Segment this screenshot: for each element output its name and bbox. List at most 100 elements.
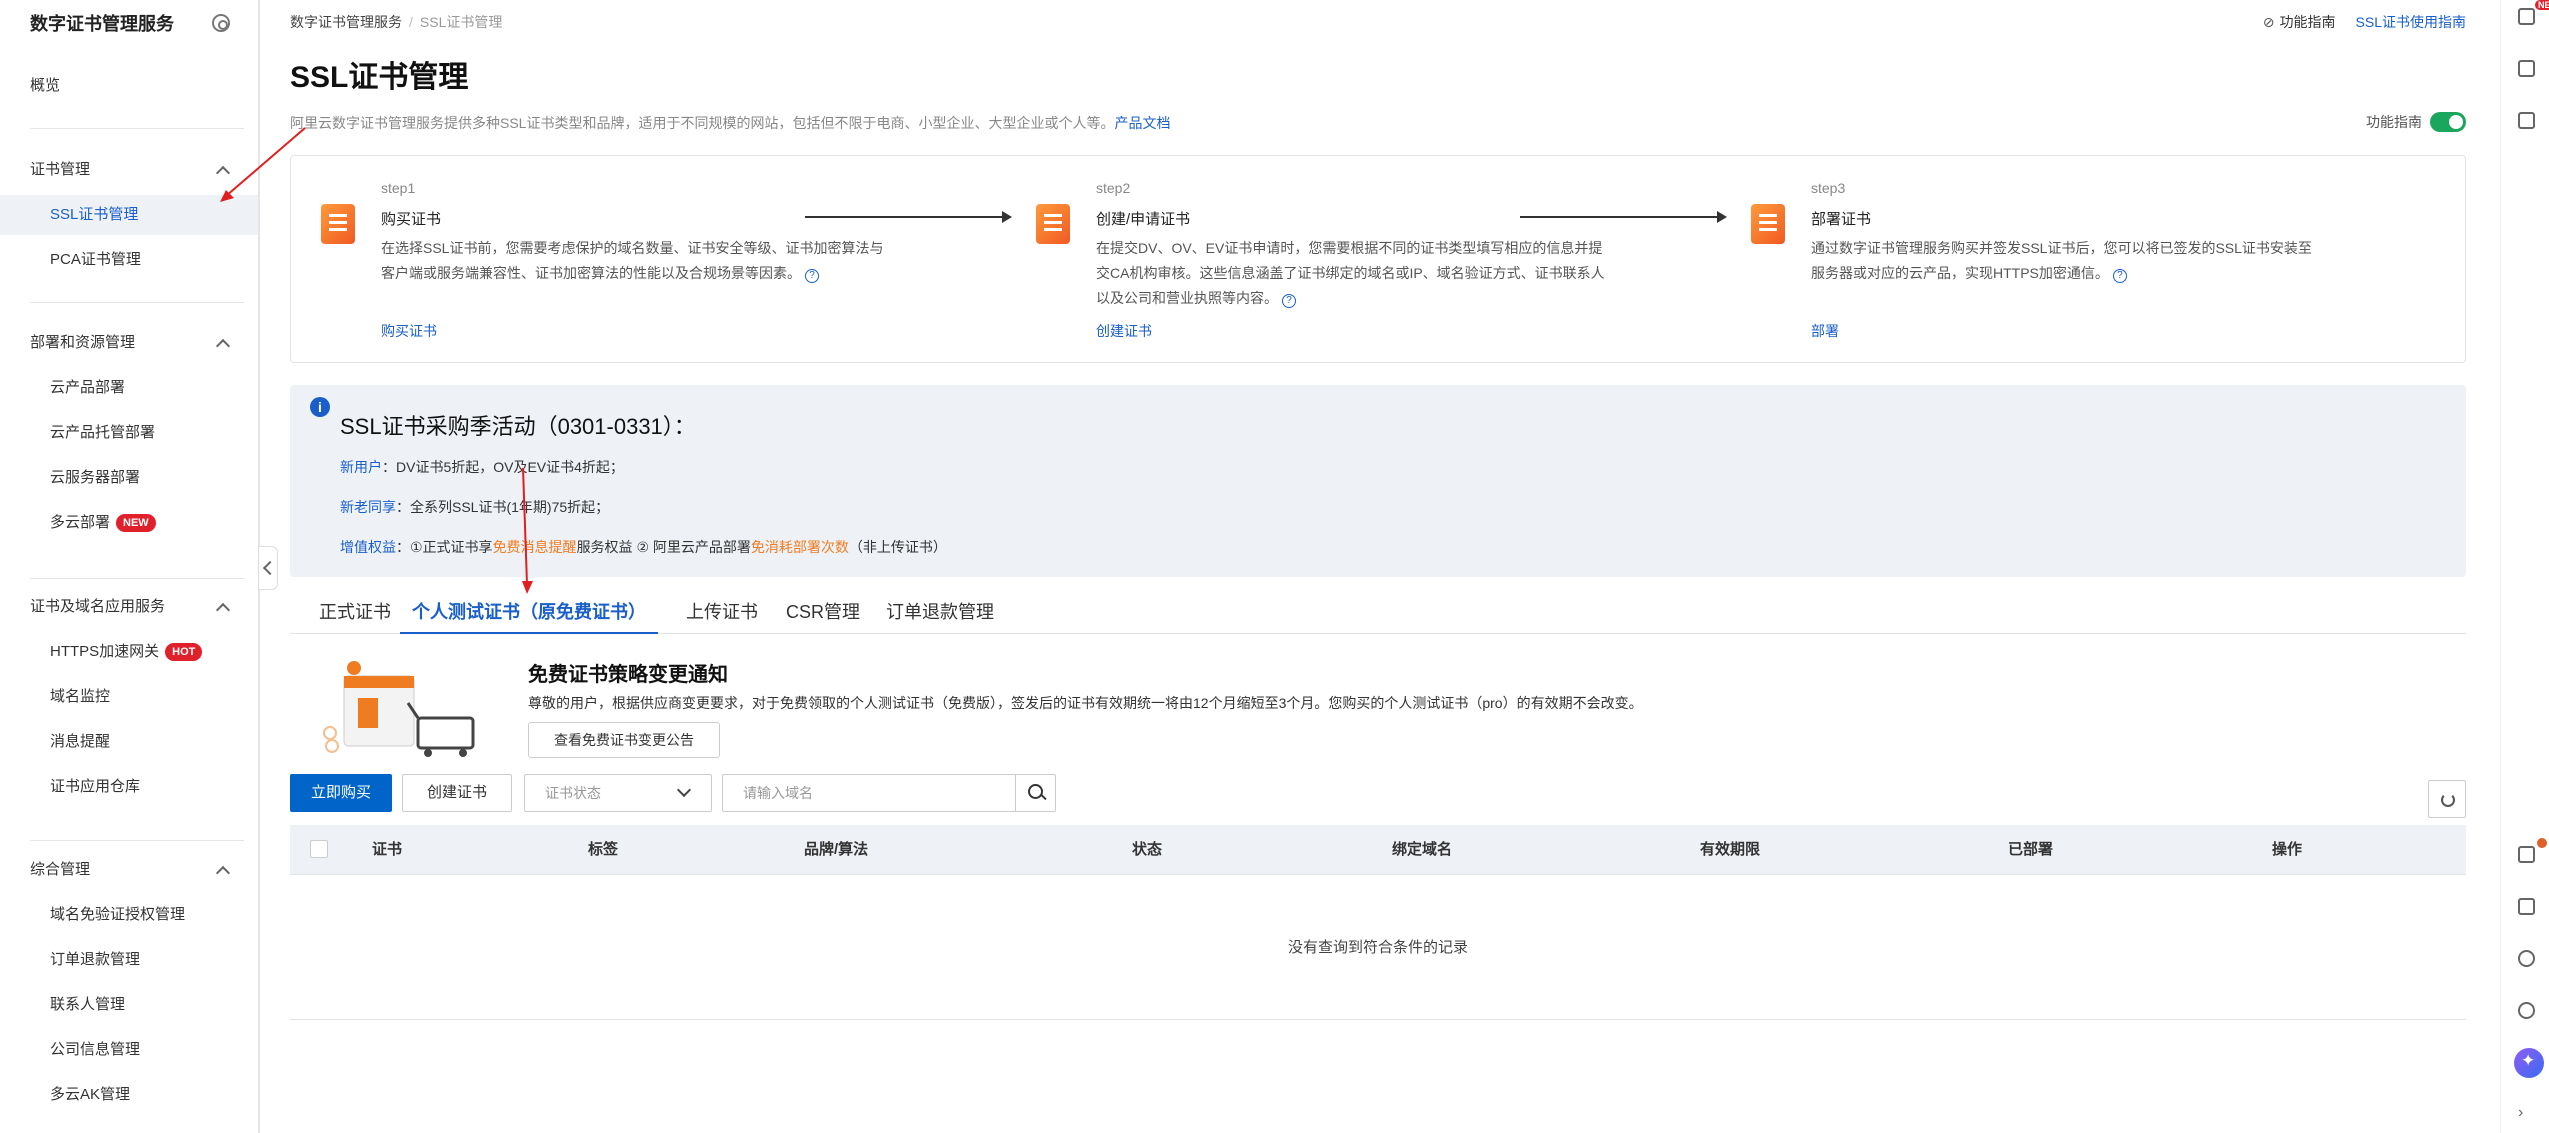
step-number: step2 — [1096, 180, 1131, 196]
cert-tabs: 正式证书 个人测试证书（原免费证书） 上传证书 CSR管理 订单退款管理 — [290, 592, 2466, 634]
buy-cert-icon — [321, 204, 355, 244]
sidebar-group-domain[interactable]: 证书及域名应用服务 — [0, 587, 258, 627]
feature-guide-toggle-label: 功能指南 — [2366, 114, 2422, 130]
empty-state: 没有查询到符合条件的记录 — [290, 876, 2466, 1020]
sidebar-item-domain-monitor[interactable]: 域名监控 — [0, 677, 258, 717]
promo-line-new-user: 新用户：DV证书5折起，OV及EV证书4折起； — [340, 457, 624, 477]
cart-icon[interactable] — [2518, 846, 2535, 863]
step-description: 通过数字证书管理服务购买并签发SSL证书后，您可以将已签发的SSL证书安装至服务… — [1811, 236, 2321, 286]
chevron-up-icon — [215, 165, 231, 181]
sidebar-item-multicloud-ak[interactable]: 多云AK管理 — [0, 1075, 258, 1115]
sidebar-item-refund[interactable]: 订单退款管理 — [0, 940, 258, 980]
sidebar-item-contacts[interactable]: 联系人管理 — [0, 985, 258, 1025]
column-header: 品牌/算法 — [804, 841, 869, 858]
feature-guide-link[interactable]: 功能指南 — [2263, 12, 2336, 32]
info-icon: i — [310, 397, 330, 417]
right-toolbar: NEW › — [2500, 0, 2549, 1133]
transfer-icon[interactable] — [2518, 898, 2535, 915]
sidebar-item-hosted-deploy[interactable]: 云产品托管部署 — [0, 413, 258, 453]
notice-description: 尊敬的用户，根据供应商变更要求，对于免费领取的个人测试证书（免费版），签发后的证… — [528, 695, 1643, 711]
promo-text: ：①正式证书享 — [396, 539, 493, 555]
settings-icon[interactable] — [2518, 950, 2535, 967]
create-cert-button[interactable]: 创建证书 — [402, 774, 512, 812]
tab-order-refund[interactable]: 订单退款管理 — [880, 598, 1000, 634]
domain-search — [722, 774, 1056, 812]
sidebar-item-domain-auth[interactable]: 域名免验证授权管理 — [0, 895, 258, 935]
sidebar-item-multicloud-deploy[interactable]: 多云部署 NEW — [0, 503, 258, 543]
headset-icon[interactable] — [2518, 1002, 2535, 1019]
gear-icon[interactable] — [212, 14, 230, 32]
notice-title: 免费证书策略变更通知 — [528, 664, 728, 686]
ssl-usage-guide-link[interactable]: SSL证书使用指南 — [2356, 12, 2466, 32]
notification-dot — [2537, 838, 2547, 848]
document-icon[interactable] — [2518, 112, 2535, 129]
step-name: 创建/申请证书 — [1096, 211, 1191, 228]
sidebar-title: 数字证书管理服务 — [30, 14, 174, 34]
sidebar-item-company-info[interactable]: 公司信息管理 — [0, 1030, 258, 1070]
step-create: step2 创建/申请证书 在提交DV、OV、EV证书申请时，您需要根据不同的证… — [1006, 156, 1706, 362]
cert-status-select[interactable]: 证书状态 — [524, 774, 712, 812]
step-name: 购买证书 — [381, 211, 442, 228]
sidebar-group-general[interactable]: 综合管理 — [0, 850, 258, 890]
promo-text: ：DV证书5折起，OV及EV证书4折起； — [382, 459, 624, 475]
sidebar-divider — [30, 578, 244, 579]
column-header: 状态 — [1132, 841, 1163, 858]
buy-now-button[interactable]: 立即购买 — [290, 774, 392, 812]
promo-highlight[interactable]: 免费消息提醒 — [493, 539, 577, 555]
search-icon[interactable] — [1015, 775, 1055, 811]
sidebar-group-label: 综合管理 — [30, 861, 91, 878]
sidebar-item-cloud-deploy[interactable]: 云产品部署 — [0, 368, 258, 408]
product-doc-link[interactable]: 产品文档 — [1114, 115, 1170, 131]
view-notice-button[interactable]: 查看免费证书变更公告 — [528, 722, 720, 758]
sidebar-group-deploy[interactable]: 部署和资源管理 — [0, 323, 258, 363]
ai-assistant-icon[interactable] — [2514, 1048, 2544, 1078]
sidebar-item-ssl[interactable]: SSL证书管理 — [0, 195, 258, 235]
tab-personal-test-cert[interactable]: 个人测试证书（原免费证书） — [400, 598, 658, 634]
step-description: 在提交DV、OV、EV证书申请时，您需要根据不同的证书类型填写相应的信息并提交C… — [1096, 236, 1606, 311]
domain-search-input[interactable] — [723, 775, 1013, 811]
chevron-right-icon[interactable]: › — [2518, 1104, 2535, 1121]
sidebar-header: 数字证书管理服务 — [30, 10, 230, 36]
step-number: step1 — [381, 180, 416, 196]
sidebar-item-cert-repo[interactable]: 证书应用仓库 — [0, 767, 258, 807]
shop-illustration — [323, 661, 475, 757]
column-header: 有效期限 — [1700, 841, 1761, 858]
tab-formal-cert[interactable]: 正式证书 — [310, 598, 400, 634]
refresh-icon[interactable] — [2428, 780, 2466, 818]
sidebar-item-label: HTTPS加速网关 — [50, 643, 160, 660]
sidebar-item-https-gateway[interactable]: HTTPS加速网关 HOT — [0, 632, 258, 672]
sidebar-divider — [30, 128, 244, 129]
promo-text: 服务权益 ② 阿里云产品部署 — [576, 539, 751, 555]
promo-line-benefits: 增值权益：①正式证书享免费消息提醒服务权益 ② 阿里云产品部署免消耗部署次数（非… — [340, 537, 947, 557]
deploy-link[interactable]: 部署 — [1811, 321, 1839, 341]
sidebar-collapse-button[interactable] — [258, 546, 278, 590]
breadcrumb: 数字证书管理服务 / SSL证书管理 — [290, 12, 502, 32]
promo-highlight[interactable]: 免消耗部署次数 — [751, 539, 849, 555]
feature-guide-switch[interactable] — [2430, 112, 2466, 132]
sidebar-item-message-reminder[interactable]: 消息提醒 — [0, 722, 258, 762]
edit-icon[interactable] — [2518, 8, 2535, 25]
sidebar-group-cert[interactable]: 证书管理 — [0, 150, 258, 190]
select-all-checkbox[interactable] — [310, 840, 328, 858]
help-icon[interactable]: ? — [2112, 269, 2127, 283]
create-cert-link[interactable]: 创建证书 — [1096, 321, 1152, 341]
page-intro: 阿里云数字证书管理服务提供多种SSL证书类型和品牌，适用于不同规模的网站，包括但… — [290, 113, 1170, 133]
buy-cert-link[interactable]: 购买证书 — [381, 321, 437, 341]
step-deploy: step3 部署证书 通过数字证书管理服务购买并签发SSL证书后，您可以将已签发… — [1721, 156, 2421, 362]
sidebar-item-server-deploy[interactable]: 云服务器部署 — [0, 458, 258, 498]
help-icon[interactable]: ? — [1282, 294, 1296, 308]
breadcrumb-root[interactable]: 数字证书管理服务 — [290, 14, 402, 30]
step-description-text: 通过数字证书管理服务购买并签发SSL证书后，您可以将已签发的SSL证书安装至服务… — [1811, 240, 2312, 281]
sidebar-group-label: 证书及域名应用服务 — [30, 598, 166, 615]
hot-badge: HOT — [165, 643, 203, 662]
help-icon[interactable]: ? — [805, 269, 819, 283]
tab-csr[interactable]: CSR管理 — [783, 598, 863, 634]
sidebar-item-overview[interactable]: 概览 — [0, 66, 258, 106]
sidebar-item-pca[interactable]: PCA证书管理 — [0, 240, 258, 280]
cursor-icon[interactable] — [2518, 60, 2535, 77]
tab-upload-cert[interactable]: 上传证书 — [677, 598, 767, 634]
page-intro-text: 阿里云数字证书管理服务提供多种SSL证书类型和品牌，适用于不同规模的网站，包括但… — [290, 115, 1115, 131]
new-badge: NEW — [116, 514, 156, 533]
sidebar-group-label: 证书管理 — [30, 161, 91, 178]
promo-text: ：全系列SSL证书(1年期)75折起； — [396, 499, 610, 515]
